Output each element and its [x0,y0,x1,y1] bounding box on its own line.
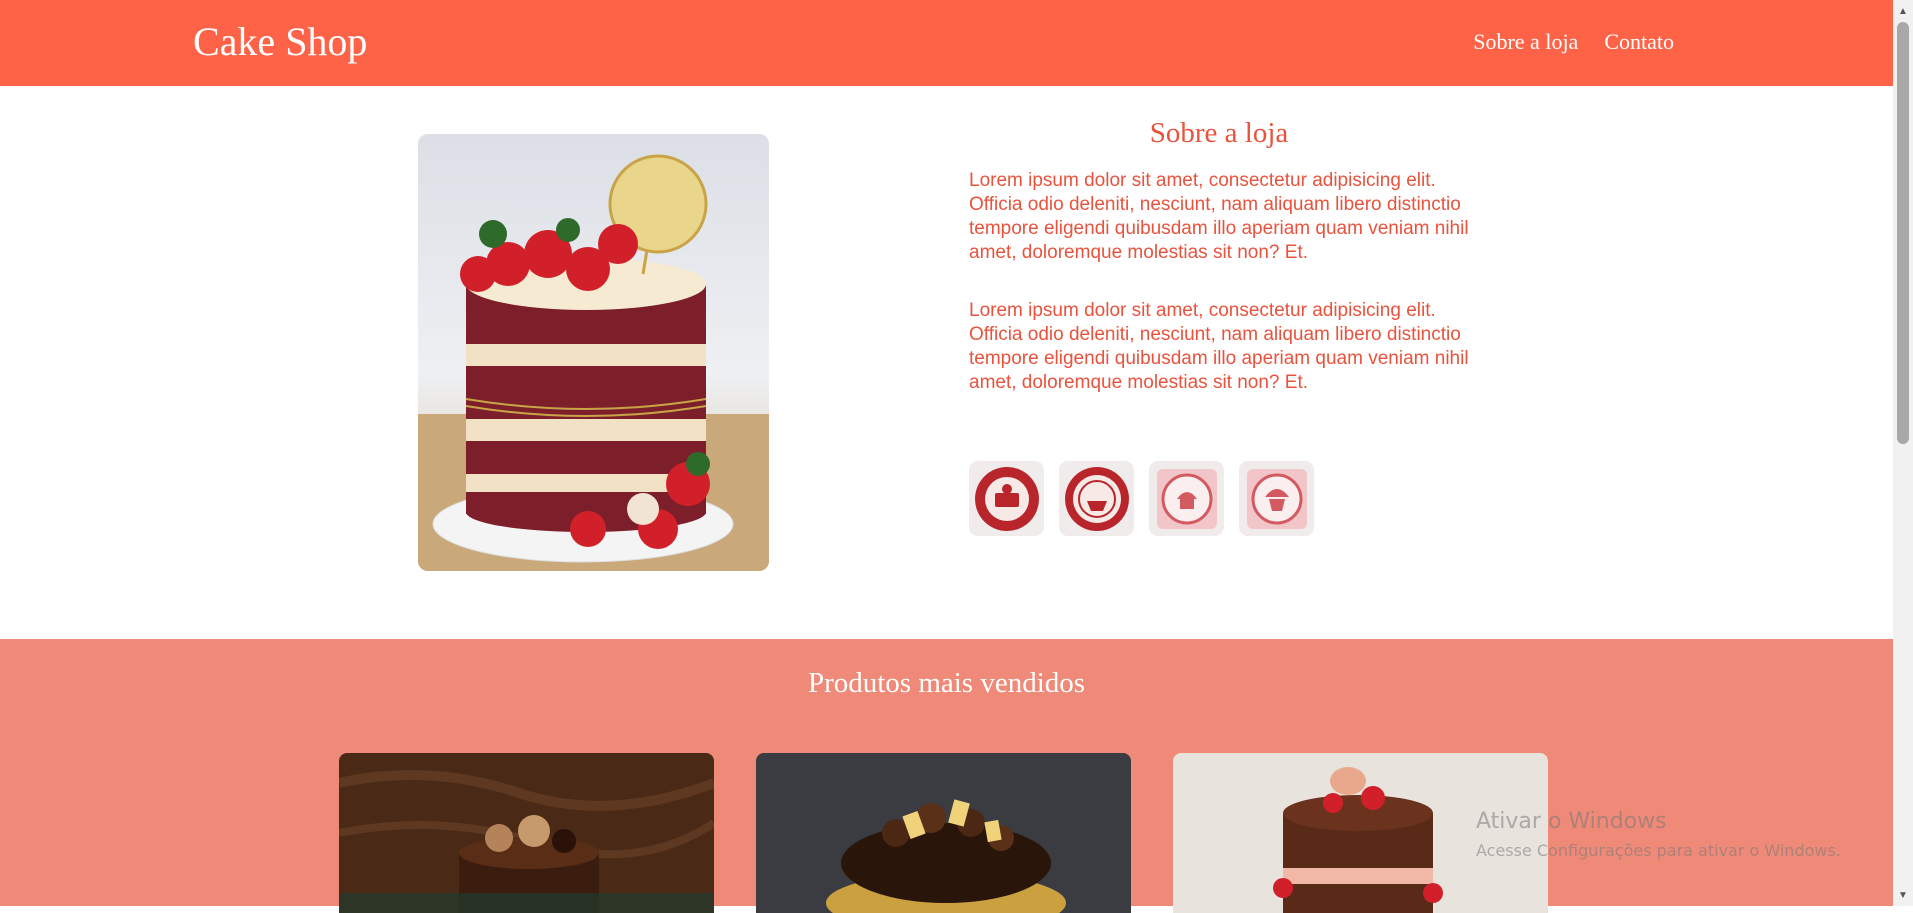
scroll-up-arrow-icon[interactable]: ▲ [1893,2,1913,20]
about-paragraph-1: Lorem ipsum dolor sit amet, consectetur … [969,170,1469,263]
site-logo[interactable]: Cake Shop [193,18,367,66]
scrollbar-thumb[interactable] [1897,22,1909,444]
watermark-subtitle: Acesse Configurações para ativar o Windo… [1476,841,1841,860]
watermark-title: Ativar o Windows [1476,809,1667,834]
cake-shop-seal-badge-1 [969,461,1044,536]
badge-row [969,461,1314,536]
top-navbar: Cake Shop Sobre a loja Contato [0,0,1893,86]
cupcake-label-badge-1 [1149,461,1224,536]
nav-link-contact[interactable]: Contato [1604,28,1674,56]
main-nav: Sobre a loja Contato [1473,28,1674,56]
about-paragraph-2: Lorem ipsum dolor sit amet, consectetur … [969,300,1469,393]
cake-shop-seal-badge-2 [1059,461,1134,536]
best-sellers-title: Produtos mais vendidos [807,667,1086,699]
vertical-scrollbar[interactable]: ▲ ▼ [1893,0,1913,906]
product-card-chocolate-drip-cake[interactable] [339,753,714,913]
best-sellers-section: Produtos mais vendidos [0,639,1893,913]
red-velvet-cake-image [418,134,769,571]
nav-link-about[interactable]: Sobre a loja [1473,28,1578,56]
product-card-chocolate-truffle-cake[interactable] [756,753,1131,913]
about-title: Sobre a loja [1149,117,1289,149]
cupcake-label-badge-2 [1239,461,1314,536]
scroll-down-arrow-icon[interactable]: ▼ [1893,886,1913,904]
windows-activation-watermark: Ativar o Windows Acesse Configurações pa… [1476,808,1841,862]
